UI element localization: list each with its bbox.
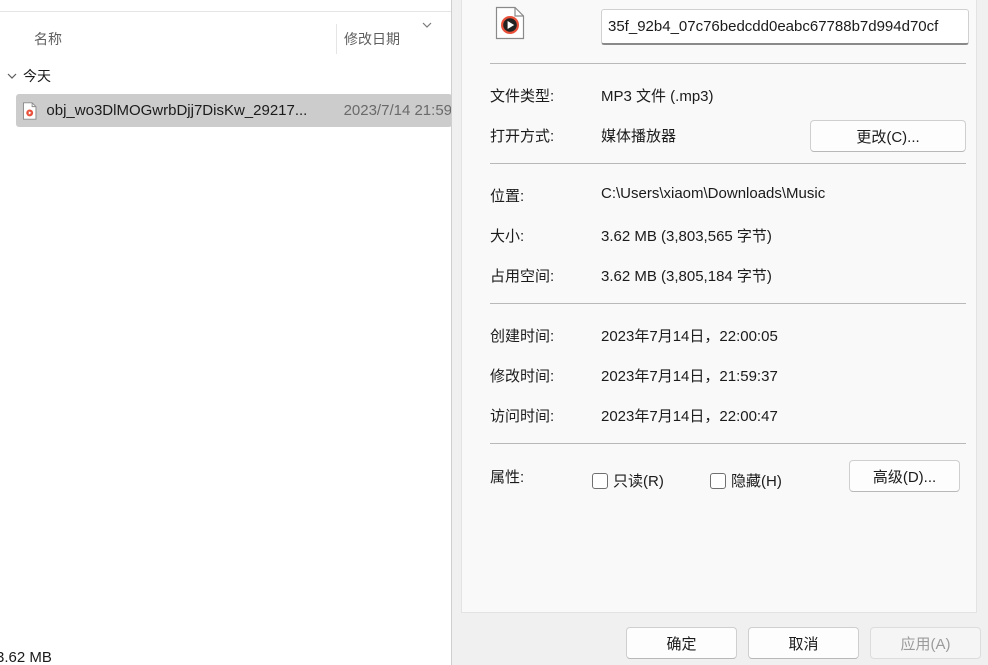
divider [490,303,966,304]
divider [0,11,452,12]
file-row[interactable]: obj_wo3DlMOGwrbDjj7DisKw_29217... 2023/7… [16,94,452,127]
created-label: 创建时间: [490,328,555,345]
apply-button[interactable]: 应用(A) [870,627,981,659]
change-button[interactable]: 更改(C)... [810,120,966,152]
opens-with-label: 打开方式: [490,128,555,145]
status-bar-size: 3.62 MB [0,649,52,665]
size-on-disk-value: 3.62 MB (3,805,184 字节) [601,268,772,285]
readonly-label: 只读(R) [613,473,664,490]
group-header-today[interactable]: 今天 [6,64,51,88]
ok-button[interactable]: 确定 [626,627,737,659]
hidden-checkbox[interactable]: 隐藏(H) [710,470,782,491]
accessed-value: 2023年7月14日，22:00:47 [601,408,778,425]
column-header-date-modified[interactable]: 修改日期 [344,24,400,54]
general-tab-panel: 文件类型: MP3 文件 (.mp3) 打开方式: 媒体播放器 更改(C)...… [461,0,977,613]
chevron-down-icon[interactable] [420,18,434,32]
column-separator[interactable] [336,24,337,54]
modified-label: 修改时间: [490,368,555,385]
screen: 名称 修改日期 今天 obj_wo3DlMOGwrbDjj7DisKw_2921… [0,0,988,665]
mp3-file-icon [22,101,37,120]
file-date-modified: 2023/7/14 21:59 [343,102,452,119]
location-value: C:\Users\xiaom\Downloads\Music [601,185,826,202]
hidden-label: 隐藏(H) [731,473,782,490]
checkbox-box[interactable] [710,472,726,489]
file-name: obj_wo3DlMOGwrbDjj7DisKw_29217... [46,102,308,119]
accessed-label: 访问时间: [490,408,555,425]
size-on-disk-label: 占用空间: [490,268,555,285]
properties-dialog: 文件类型: MP3 文件 (.mp3) 打开方式: 媒体播放器 更改(C)...… [451,0,988,665]
file-type-label: 文件类型: [490,88,555,105]
opens-with-value: 媒体播放器 [601,128,677,145]
advanced-button[interactable]: 高级(D)... [849,460,960,492]
modified-value: 2023年7月14日，21:59:37 [601,368,778,385]
divider [490,163,966,164]
chevron-down-icon[interactable] [6,70,18,82]
attributes-label: 属性: [490,469,525,486]
created-value: 2023年7月14日，22:00:05 [601,328,778,345]
divider [490,443,966,444]
divider [490,63,966,64]
size-value: 3.62 MB (3,803,565 字节) [601,228,772,245]
file-type-value: MP3 文件 (.mp3) [601,88,714,105]
file-explorer: 名称 修改日期 今天 obj_wo3DlMOGwrbDjj7DisKw_2921… [0,0,452,665]
column-header-name[interactable]: 名称 [34,24,62,54]
filename-field[interactable] [601,9,969,45]
size-label: 大小: [490,228,525,245]
checkbox-box[interactable] [592,472,608,489]
group-label: 今天 [23,68,51,84]
media-player-file-icon [495,6,525,40]
location-label: 位置: [490,188,525,205]
cancel-button[interactable]: 取消 [748,627,859,659]
readonly-checkbox[interactable]: 只读(R) [592,470,664,491]
